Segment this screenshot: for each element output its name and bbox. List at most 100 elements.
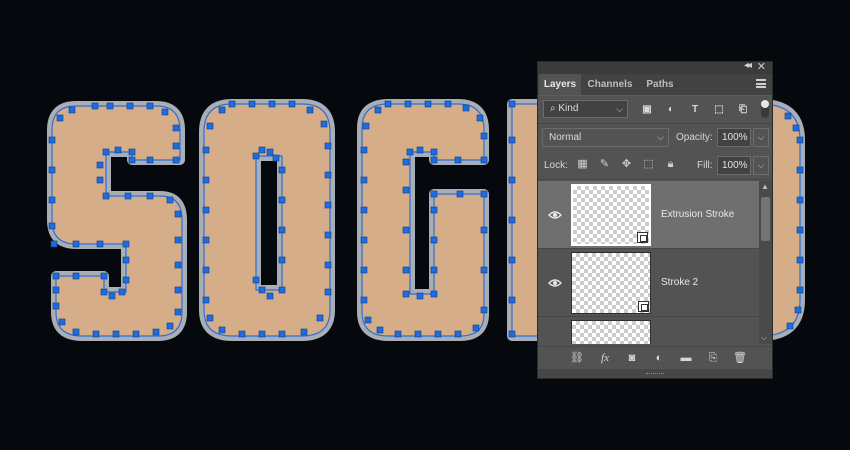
new-adjustment-icon[interactable]: ◐ [652,351,666,365]
anchor-point[interactable] [174,308,182,316]
layer-row-partial[interactable] [538,317,759,344]
anchor-point[interactable] [238,330,246,338]
anchor-point[interactable] [480,190,488,198]
anchor-point[interactable] [206,122,214,130]
anchor-point[interactable] [48,166,56,174]
anchor-point[interactable] [794,306,802,314]
anchor-point[interactable] [122,256,130,264]
anchor-point[interactable] [480,306,488,314]
anchor-point[interactable] [172,124,180,132]
anchor-point[interactable] [414,330,422,338]
add-mask-icon[interactable]: ◙ [625,351,639,365]
anchor-point[interactable] [324,261,332,269]
anchor-point[interactable] [376,326,384,334]
shape-filter-icon[interactable]: ⬚ [713,104,725,115]
adjustment-filter-icon[interactable]: ◐ [665,104,677,115]
blend-mode-select[interactable]: Normal ⌵ [542,128,669,147]
anchor-point[interactable] [404,100,412,108]
anchor-point[interactable] [360,296,368,304]
lock-transparency-icon[interactable]: ▦ [576,158,589,171]
anchor-point[interactable] [172,156,180,164]
anchor-point[interactable] [202,146,210,154]
anchor-point[interactable] [456,190,464,198]
anchor-point[interactable] [360,236,368,244]
delete-layer-icon[interactable]: 🗑︎ [733,351,747,365]
anchor-point[interactable] [476,114,484,122]
anchor-point[interactable] [360,206,368,214]
anchor-point[interactable] [796,136,804,144]
anchor-point[interactable] [402,226,410,234]
anchor-point[interactable] [480,132,488,140]
anchor-point[interactable] [424,100,432,108]
anchor-point[interactable] [118,288,126,296]
anchor-point[interactable] [174,261,182,269]
anchor-point[interactable] [324,231,332,239]
anchor-point[interactable] [402,158,410,166]
anchor-point[interactable] [796,256,804,264]
layer-name[interactable]: Stroke 2 [661,277,698,288]
opacity-input[interactable]: 100% [717,128,751,147]
anchor-point[interactable] [360,176,368,184]
anchor-point[interactable] [202,176,210,184]
anchor-point[interactable] [128,156,136,164]
anchor-point[interactable] [430,206,438,214]
anchor-point[interactable] [320,120,328,128]
panel-resize-grip[interactable] [538,369,772,378]
anchor-point[interactable] [416,146,424,154]
anchor-point[interactable] [480,226,488,234]
anchor-point[interactable] [112,330,120,338]
anchor-point[interactable] [454,156,462,164]
anchor-point[interactable] [68,106,76,114]
anchor-point[interactable] [102,148,110,156]
anchor-point[interactable] [52,302,60,310]
layer-name[interactable]: Extrusion Stroke [661,209,734,220]
fill-dropdown-icon[interactable]: ⌵ [753,156,769,175]
tab-channels[interactable]: Channels [584,74,636,95]
anchor-point[interactable] [161,108,169,116]
tab-layers[interactable]: Layers [539,74,581,95]
anchor-point[interactable] [360,146,368,154]
scroll-down-icon[interactable]: ⌵ [761,333,767,343]
anchor-point[interactable] [796,226,804,234]
anchor-point[interactable] [106,102,114,110]
lock-pixels-brush-icon[interactable]: ✎ [598,158,611,171]
anchor-point[interactable] [278,256,286,264]
anchor-point[interactable] [324,171,332,179]
anchor-point[interactable] [72,240,80,248]
anchor-point[interactable] [126,102,134,110]
anchor-point[interactable] [268,100,276,108]
anchor-point[interactable] [796,166,804,174]
anchor-point[interactable] [96,161,104,169]
anchor-point[interactable] [166,196,174,204]
anchor-point[interactable] [92,330,100,338]
anchor-point[interactable] [152,328,160,336]
anchor-point[interactable] [218,106,226,114]
anchor-point[interactable] [252,152,260,160]
lock-position-move-icon[interactable]: ✥ [620,158,633,171]
anchor-point[interactable] [146,102,154,110]
anchor-point[interactable] [472,324,480,332]
anchor-point[interactable] [796,196,804,204]
anchor-point[interactable] [430,266,438,274]
anchor-point[interactable] [252,276,260,284]
collapse-panel-icon[interactable]: ◂◂ [744,60,752,71]
anchor-point[interactable] [72,328,80,336]
anchor-point[interactable] [100,288,108,296]
anchor-point[interactable] [324,201,332,209]
anchor-point[interactable] [430,148,438,156]
anchor-point[interactable] [300,328,308,336]
anchor-point[interactable] [360,266,368,274]
smart-object-filter-icon[interactable]: ⎗ [737,104,749,115]
anchor-point[interactable] [508,176,516,184]
anchor-point[interactable] [128,148,136,156]
fx-icon[interactable]: fx [598,351,612,365]
anchor-point[interactable] [258,146,266,154]
anchor-point[interactable] [324,288,332,296]
fill-input[interactable]: 100% [717,156,751,175]
anchor-point[interactable] [102,192,110,200]
anchor-point[interactable] [202,266,210,274]
anchor-point[interactable] [174,210,182,218]
anchor-point[interactable] [132,330,140,338]
anchor-point[interactable] [362,122,370,130]
anchor-point[interactable] [218,326,226,334]
